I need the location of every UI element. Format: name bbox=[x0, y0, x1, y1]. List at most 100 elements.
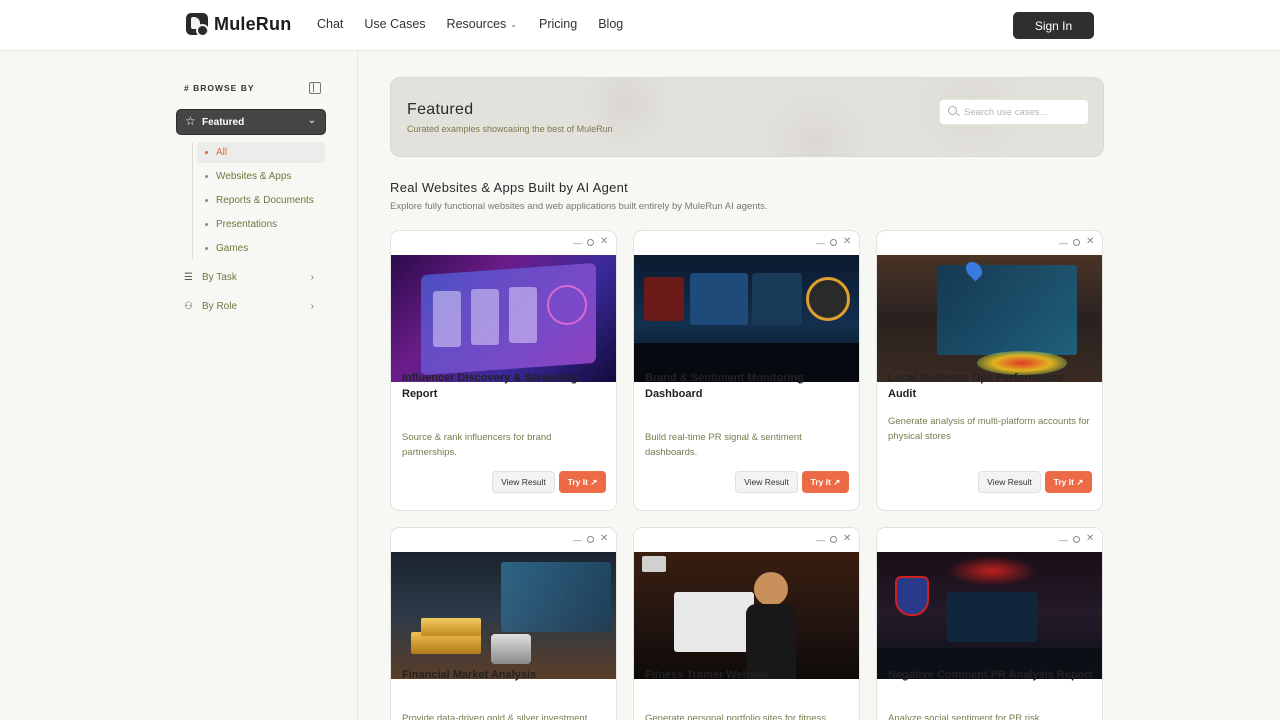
card-description: Generate analysis of multi-platform acco… bbox=[888, 416, 1090, 442]
sidebar-item-featured[interactable]: ☆ Featured ⌄ bbox=[176, 109, 326, 135]
use-case-card[interactable]: — ✕ Negative Comment PR Analysis Report A… bbox=[876, 527, 1103, 720]
nav-resources[interactable]: Resources ⌄ bbox=[447, 17, 517, 31]
maximize-icon bbox=[1073, 536, 1080, 543]
bullet-icon bbox=[205, 247, 208, 250]
bullet-icon bbox=[205, 223, 208, 226]
close-icon: ✕ bbox=[1086, 236, 1095, 247]
sidebar-item-label: Featured bbox=[202, 117, 245, 128]
minimize-icon: — bbox=[816, 535, 825, 545]
card-description: Source & rank influencers for brand part… bbox=[402, 432, 552, 458]
star-icon: ☆ bbox=[185, 114, 196, 128]
window-chrome: — ✕ bbox=[877, 528, 1102, 552]
close-icon: ✕ bbox=[600, 236, 609, 247]
sidebar-item-label: By Task bbox=[202, 271, 237, 283]
nav-chat[interactable]: Chat bbox=[317, 17, 343, 31]
try-it-button[interactable]: Try It ↗ bbox=[802, 471, 849, 493]
sidebar-item-label: By Role bbox=[202, 300, 238, 312]
brand-name: MuleRun bbox=[214, 13, 292, 34]
maximize-icon bbox=[830, 536, 837, 543]
sidebar-subitem-label: Websites & Apps bbox=[216, 171, 292, 182]
page-subtitle: Curated examples showcasing the best of … bbox=[407, 124, 613, 134]
task-list-icon: ☰ bbox=[184, 271, 193, 283]
card-thumbnail bbox=[391, 255, 616, 382]
card-title: Influencer Discovery & Screening Report bbox=[402, 372, 578, 400]
maximize-icon bbox=[587, 536, 594, 543]
featured-hero: Featured Curated examples showcasing the… bbox=[390, 77, 1104, 157]
bullet-icon bbox=[205, 151, 208, 154]
search-input[interactable] bbox=[964, 105, 1084, 120]
minimize-icon: — bbox=[816, 238, 825, 248]
close-icon: ✕ bbox=[1086, 533, 1095, 544]
close-icon: ✕ bbox=[843, 236, 852, 247]
close-icon: ✕ bbox=[600, 533, 609, 544]
search-icon bbox=[948, 106, 957, 115]
minimize-icon: — bbox=[573, 238, 582, 248]
use-case-card[interactable]: — ✕ Financial Market Analysis Provide dat… bbox=[390, 527, 617, 720]
maximize-icon bbox=[1073, 239, 1080, 246]
card-thumbnail bbox=[634, 552, 859, 679]
card-actions: View Result Try It ↗ bbox=[492, 471, 606, 493]
sidebar-subitem-label: Games bbox=[216, 243, 249, 254]
sidebar-subitem-label: Presentations bbox=[216, 219, 278, 230]
nav-use-cases[interactable]: Use Cases bbox=[364, 17, 425, 31]
card-description: Analyze social sentiment for PR risk bbox=[888, 713, 1040, 720]
nav-pricing[interactable]: Pricing bbox=[539, 17, 577, 31]
use-case-card[interactable]: — ✕ Fitness Trainer Website Generate pers… bbox=[633, 527, 860, 720]
brand-logo[interactable]: MuleRun bbox=[186, 13, 291, 35]
card-title: Local Business Ops Performance Audit bbox=[888, 372, 1064, 400]
try-it-button[interactable]: Try It ↗ bbox=[1045, 471, 1092, 493]
search-box bbox=[939, 99, 1089, 125]
maximize-icon bbox=[587, 239, 594, 246]
view-result-button[interactable]: View Result bbox=[978, 471, 1041, 493]
section-title: Real Websites & Apps Built by AI Agent bbox=[390, 180, 629, 195]
hero-decoration bbox=[581, 78, 671, 148]
card-thumbnail bbox=[877, 255, 1102, 382]
window-chrome: — ✕ bbox=[391, 231, 616, 255]
use-case-card[interactable]: — ✕ Brand & Sentiment Monitoring Dashboar… bbox=[633, 230, 860, 511]
window-chrome: — ✕ bbox=[634, 528, 859, 552]
chevron-right-icon: › bbox=[310, 300, 314, 312]
sidebar-subitem-label: All bbox=[216, 147, 228, 158]
sidebar-subitem-reports-documents[interactable]: Reports & Documents bbox=[197, 190, 325, 211]
card-title: Fitness Trainer Website bbox=[645, 669, 769, 681]
nav-resources-label: Resources bbox=[446, 17, 507, 31]
mulerun-logo-icon bbox=[186, 13, 208, 35]
bullet-icon bbox=[205, 175, 208, 178]
bullet-icon bbox=[205, 199, 208, 202]
card-description: Generate personal portfolio sites for fi… bbox=[645, 713, 827, 720]
sidebar-item-by-task[interactable]: ☰ By Task › bbox=[184, 269, 316, 285]
card-actions: View Result Try It ↗ bbox=[735, 471, 849, 493]
sidebar-subitem-websites-apps[interactable]: Websites & Apps bbox=[197, 166, 325, 187]
sidebar-item-by-role[interactable]: ⚇ By Role › bbox=[184, 298, 316, 314]
chevron-right-icon: › bbox=[310, 271, 314, 283]
sign-in-button[interactable]: Sign In bbox=[1013, 12, 1094, 39]
browse-by-heading: # BROWSE BY bbox=[184, 83, 255, 93]
sidebar-collapse-icon[interactable] bbox=[309, 82, 321, 94]
window-chrome: — ✕ bbox=[391, 528, 616, 552]
card-title: Financial Market Analysis bbox=[402, 669, 537, 681]
sidebar-subitem-games[interactable]: Games bbox=[197, 238, 325, 259]
section-subtitle: Explore fully functional websites and we… bbox=[390, 201, 768, 212]
main-nav: Chat Use Cases Resources ⌄ Pricing Blog bbox=[317, 17, 623, 31]
sidebar-subitem-all[interactable]: All bbox=[197, 142, 325, 163]
view-result-button[interactable]: View Result bbox=[735, 471, 798, 493]
nav-blog[interactable]: Blog bbox=[598, 17, 623, 31]
chevron-down-icon: ⌄ bbox=[510, 19, 517, 29]
use-case-card[interactable]: — ✕ Influencer Discovery & Screening Repo… bbox=[390, 230, 617, 511]
top-navbar: MuleRun Chat Use Cases Resources ⌄ Pricin… bbox=[0, 0, 1280, 51]
close-icon: ✕ bbox=[843, 533, 852, 544]
maximize-icon bbox=[830, 239, 837, 246]
window-chrome: — ✕ bbox=[634, 231, 859, 255]
card-description: Provide data-driven gold & silver invest… bbox=[402, 713, 588, 720]
sidebar-subitem-label: Reports & Documents bbox=[216, 195, 314, 206]
window-chrome: — ✕ bbox=[877, 231, 1102, 255]
card-description: Build real-time PR signal & sentiment da… bbox=[645, 432, 802, 458]
use-case-card[interactable]: — ✕ Local Business Ops Performance Audit … bbox=[876, 230, 1103, 511]
minimize-icon: — bbox=[1059, 238, 1068, 248]
chevron-down-icon: ⌄ bbox=[307, 115, 316, 126]
try-it-button[interactable]: Try It ↗ bbox=[559, 471, 606, 493]
card-title: Brand & Sentiment Monitoring Dashboard bbox=[645, 372, 804, 400]
view-result-button[interactable]: View Result bbox=[492, 471, 555, 493]
sidebar-subitem-presentations[interactable]: Presentations bbox=[197, 214, 325, 235]
card-thumbnail bbox=[634, 255, 859, 382]
